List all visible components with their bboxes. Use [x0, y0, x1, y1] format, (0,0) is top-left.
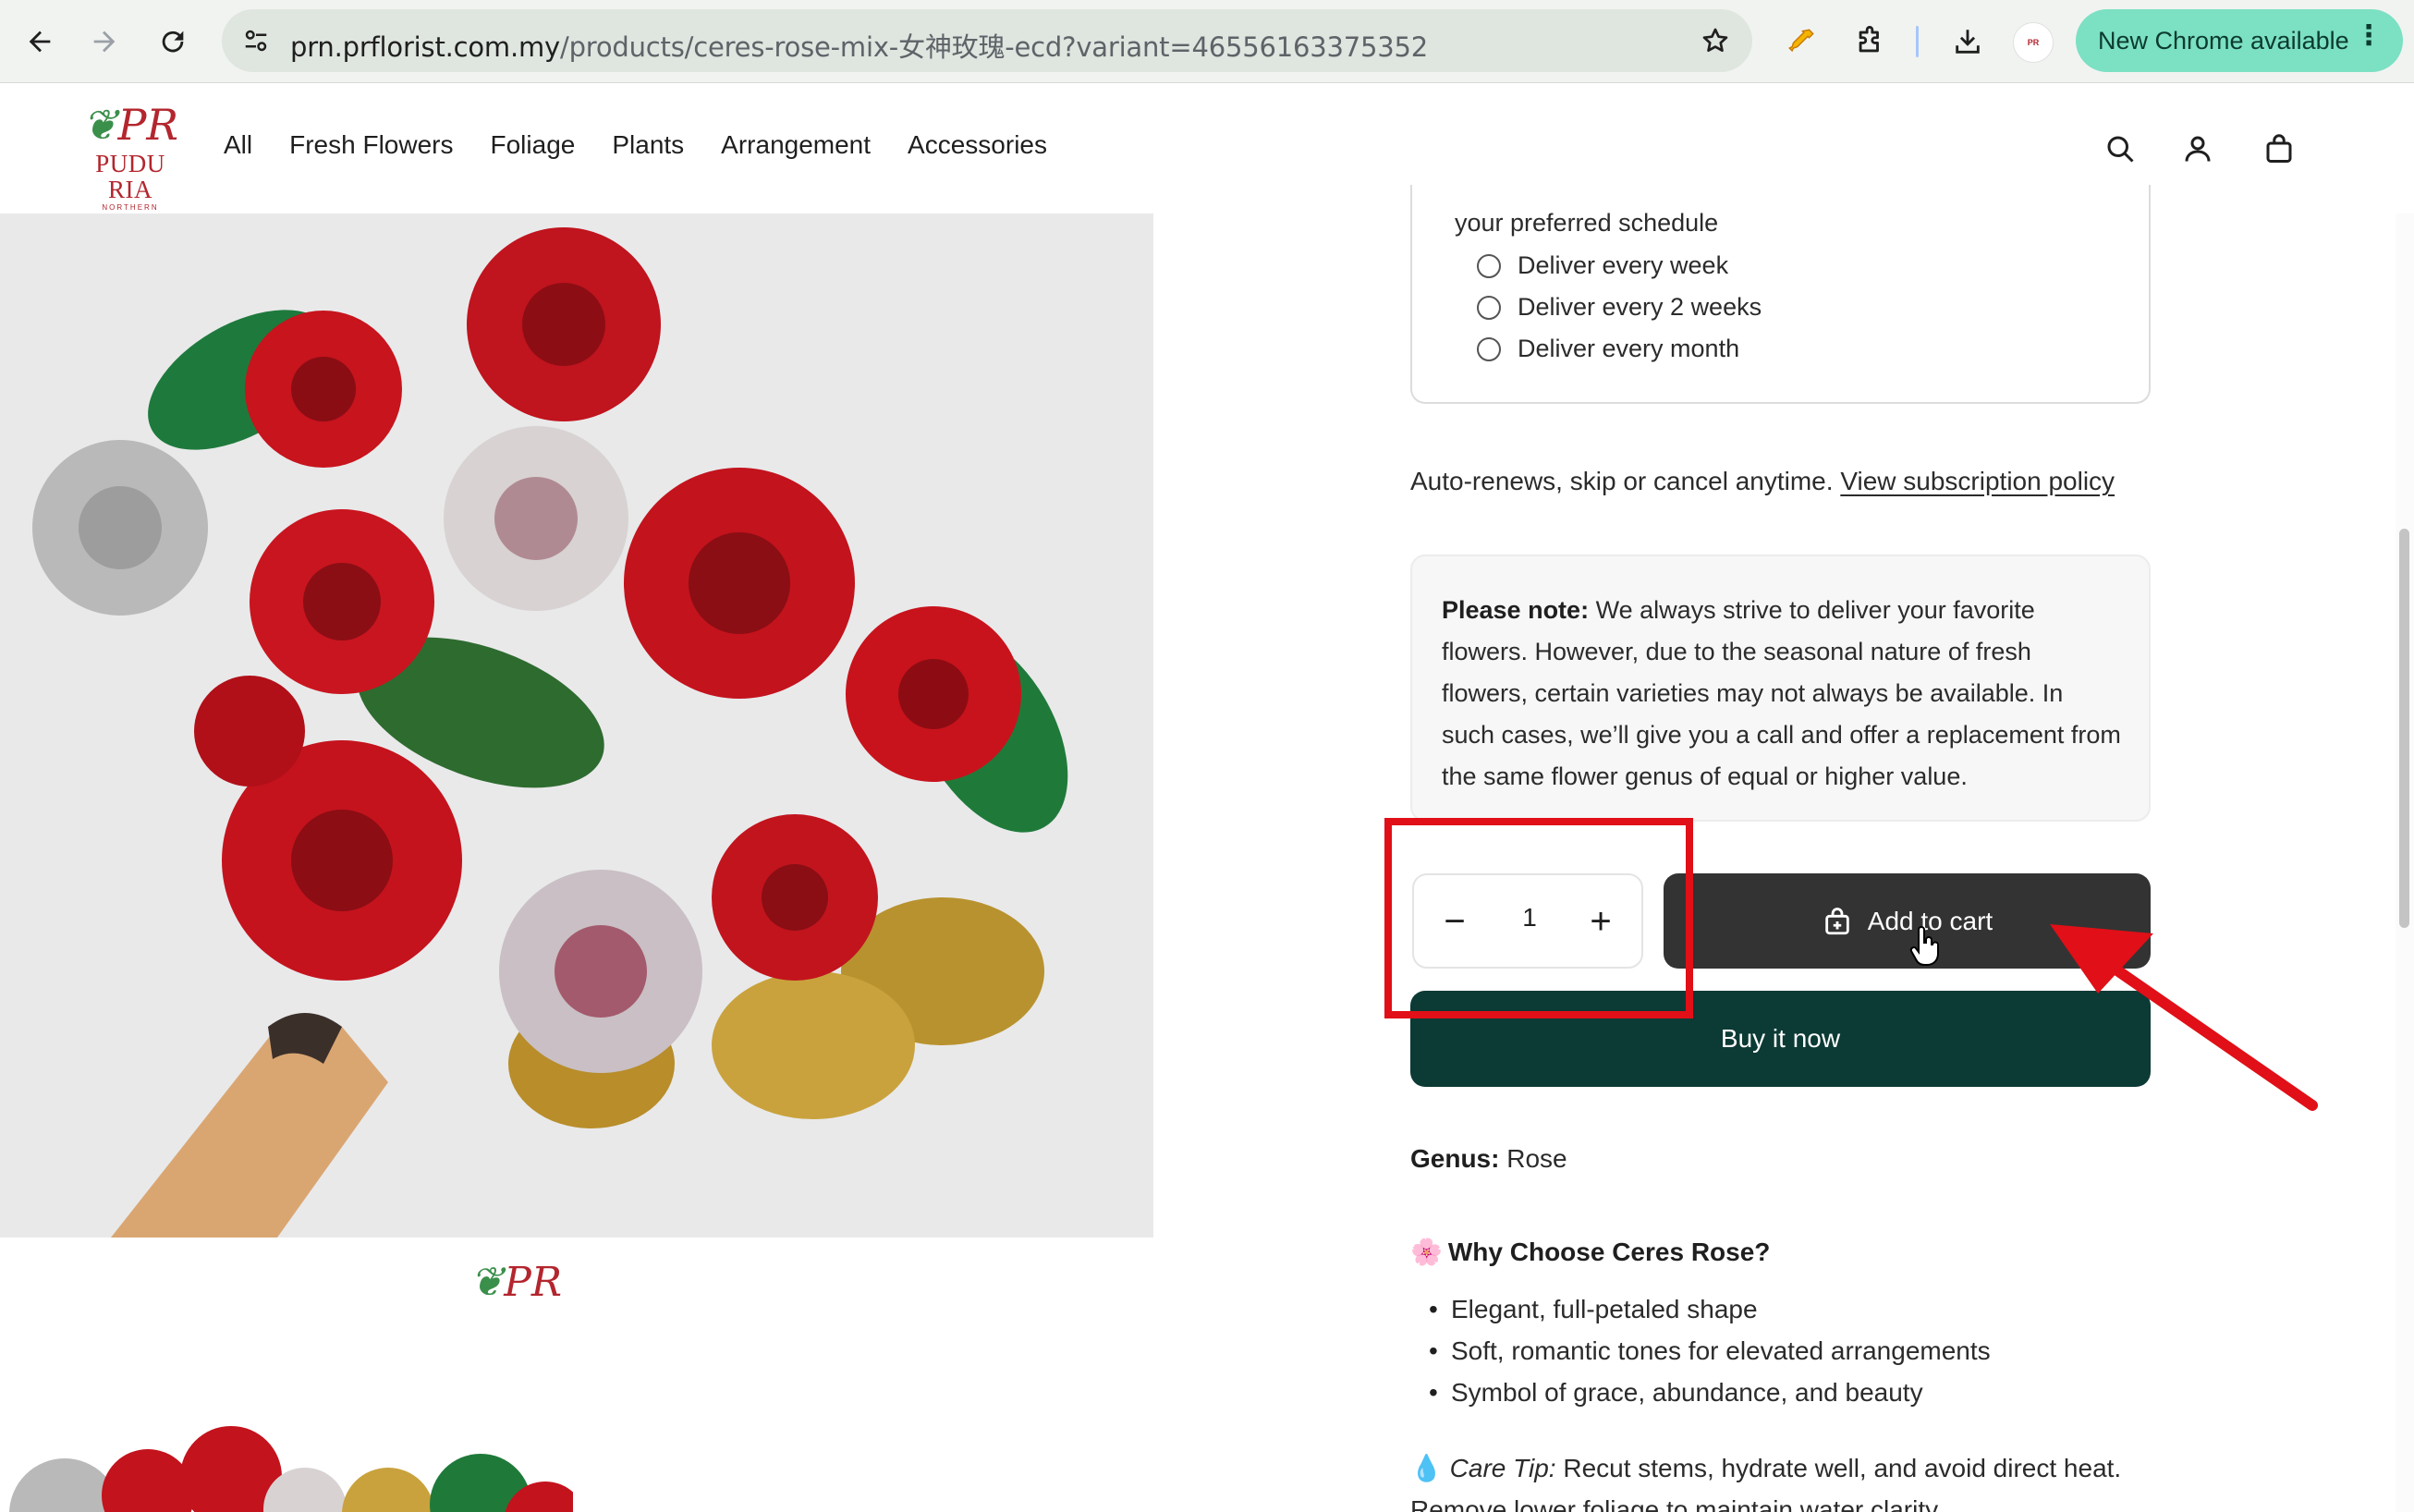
genus-label: Genus:: [1410, 1144, 1500, 1173]
tune-icon: [245, 30, 267, 52]
new-chrome-available-button[interactable]: New Chrome available ⋮: [2076, 9, 2403, 72]
why-choose-title: Why Choose Ceres Rose?: [1447, 1238, 1771, 1266]
profile-avatar[interactable]: PR: [2013, 22, 2054, 63]
list-item: Symbol of grace, abundance, and beauty: [1429, 1372, 1991, 1413]
nav-accessories[interactable]: Accessories: [908, 130, 1047, 160]
care-tip-text: Recut stems, hydrate well, and avoid dir…: [1563, 1454, 2122, 1482]
reload-button[interactable]: [150, 18, 196, 65]
url-text[interactable]: prn.prflorist.com.my/products/ceres-rose…: [290, 26, 1428, 65]
nav-foliage[interactable]: Foliage: [491, 130, 576, 160]
list-item: Soft, romantic tones for elevated arrang…: [1429, 1330, 1991, 1372]
radio-circle-icon: [1477, 295, 1501, 320]
subscription-policy-link[interactable]: View subscription policy: [1840, 467, 2115, 495]
downloads-button[interactable]: [1945, 18, 1991, 65]
autorenew-text: Auto-renews, skip or cancel anytime. Vie…: [1410, 467, 2115, 496]
subscription-lead: your preferred schedule: [1455, 209, 1719, 237]
reload-icon: [162, 30, 184, 53]
search-button[interactable]: [2096, 125, 2144, 173]
subscription-options: your preferred schedule Deliver every we…: [1410, 185, 2151, 404]
annotation-highlight-box: [1384, 818, 1693, 1018]
puzzle-icon: [1859, 26, 1879, 53]
nav-plants[interactable]: Plants: [612, 130, 684, 160]
browser-toolbar: prn.prflorist.com.my/products/ceres-rose…: [0, 0, 2414, 83]
autorenew-label: Auto-renews, skip or cancel anytime.: [1410, 467, 1834, 495]
care-tip: 💧 Care Tip: Recut stems, hydrate well, a…: [1410, 1453, 2121, 1483]
eyedropper-icon: [1788, 29, 1814, 53]
site-logo[interactable]: ❦PR PUDU RIA NORTHERN: [70, 100, 190, 212]
radio-deliver-monthly[interactable]: Deliver every month: [1477, 335, 1739, 363]
rose-bouquet-image: [32, 227, 1068, 1238]
site-info-button[interactable]: [233, 18, 279, 64]
logo-subtitle: NORTHERN: [102, 203, 159, 212]
cart-button[interactable]: [2255, 125, 2303, 173]
nav-fresh-flowers[interactable]: Fresh Flowers: [289, 130, 453, 160]
search-icon: [2107, 136, 2134, 163]
why-choose-heading: 🌸 Why Choose Ceres Rose?: [1410, 1237, 1770, 1267]
more-vert-icon: ⋮: [2355, 20, 2383, 51]
care-tip-label: Care Tip:: [1449, 1454, 1556, 1482]
forward-button[interactable]: [81, 18, 128, 65]
radio-deliver-weekly[interactable]: Deliver every week: [1477, 251, 1728, 280]
radio-circle-icon: [1477, 253, 1501, 278]
cart-add-icon: [1825, 907, 1849, 934]
radio-label: Deliver every week: [1518, 251, 1729, 279]
download-icon: [1956, 30, 1980, 54]
scrollbar-thumb[interactable]: [2399, 529, 2409, 928]
update-label: New Chrome available: [2098, 26, 2349, 55]
water-drop-icon: 💧: [1410, 1454, 1443, 1482]
logo-name: PUDU RIA: [95, 150, 165, 203]
product-image-thumbnail[interactable]: ❦PR: [0, 1246, 573, 1512]
feature-list: Elegant, full-petaled shape Soft, romant…: [1429, 1288, 1991, 1413]
star-icon: [1702, 28, 1728, 52]
nav-arrangement[interactable]: Arrangement: [721, 130, 871, 160]
user-icon: [2185, 136, 2211, 162]
bookmark-button[interactable]: [1695, 20, 1736, 61]
back-button[interactable]: [17, 18, 63, 65]
note-label: Please note:: [1442, 596, 1590, 624]
url-host: prn.prflorist.com.my: [290, 31, 561, 63]
arrow-left-icon: [29, 30, 51, 53]
eyedropper-extension-button[interactable]: [1778, 18, 1824, 65]
genus-value: Rose: [1506, 1144, 1567, 1173]
account-button[interactable]: [2174, 125, 2222, 173]
radio-label: Deliver every month: [1518, 335, 1740, 362]
url-path: /products/ceres-rose-mix-女神玫瑰-ecd?varian…: [560, 31, 1428, 63]
toolbar-separator: [1916, 26, 1919, 57]
logo-monogram: ❦PR: [81, 100, 179, 150]
buy-it-now-label: Buy it now: [1720, 1024, 1841, 1053]
arrow-right-icon: [93, 30, 116, 53]
profile-logo-icon: PR: [2027, 38, 2040, 47]
extensions-button[interactable]: [1847, 18, 1893, 65]
radio-deliver-biweekly[interactable]: Deliver every 2 weeks: [1477, 293, 1762, 322]
care-tip-text-2: Remove lower foliage to maintain water c…: [1410, 1495, 1944, 1512]
nav-all[interactable]: All: [224, 130, 252, 160]
radio-label: Deliver every 2 weeks: [1518, 293, 1762, 321]
shopping-bag-icon: [2266, 134, 2292, 163]
main-nav: All Fresh Flowers Foliage Plants Arrange…: [224, 130, 1084, 160]
note-text: We always strive to deliver your favorit…: [1442, 596, 2121, 790]
hand-cursor-icon: [1909, 926, 1939, 966]
list-item: Elegant, full-petaled shape: [1429, 1288, 1991, 1330]
radio-circle-icon: [1477, 336, 1501, 361]
product-image-main[interactable]: [0, 213, 1153, 1238]
address-bar[interactable]: prn.prflorist.com.my/products/ceres-rose…: [222, 9, 1752, 72]
availability-note: Please note: We always strive to deliver…: [1410, 555, 2151, 822]
genus-line: Genus: Rose: [1410, 1144, 1567, 1174]
thumbnail-bouquet-image: [9, 1426, 573, 1512]
flower-icon: 🌸: [1410, 1238, 1443, 1266]
